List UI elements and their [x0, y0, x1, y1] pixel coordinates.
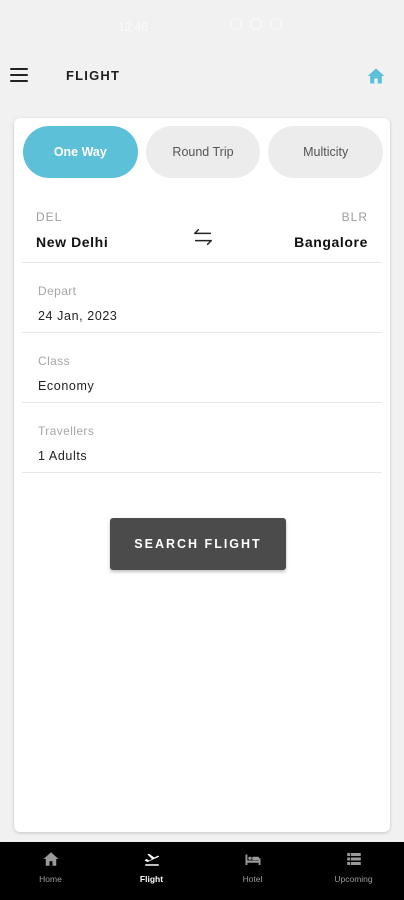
- destination-code: BLR: [341, 210, 368, 224]
- status-dot-icon: [230, 18, 242, 30]
- swap-arrows-icon[interactable]: [192, 226, 214, 248]
- class-label: Class: [38, 354, 71, 368]
- route-selector: DEL New Delhi BLR Bangalore: [36, 210, 368, 262]
- divider: [22, 402, 382, 403]
- status-dot-icon: [250, 18, 262, 30]
- divider: [22, 262, 382, 263]
- flight-takeoff-icon: [144, 853, 159, 866]
- nav-label-upcoming: Upcoming: [334, 874, 373, 884]
- origin-selector[interactable]: DEL New Delhi: [36, 210, 108, 250]
- list-icon: [346, 853, 361, 865]
- depart-field[interactable]: Depart 24 Jan, 2023: [38, 284, 368, 323]
- nav-item-home[interactable]: Home: [0, 842, 101, 900]
- nav-item-upcoming[interactable]: Upcoming: [303, 842, 404, 900]
- status-icons: [230, 18, 282, 30]
- nav-label-hotel: Hotel: [242, 874, 263, 884]
- search-card: One Way Round Trip Multicity DEL New Del…: [14, 118, 390, 832]
- class-field[interactable]: Class Economy: [38, 354, 368, 393]
- depart-value: 24 Jan, 2023: [38, 309, 118, 323]
- app-bar: FLIGHT: [0, 56, 404, 96]
- travellers-value: 1 Adults: [38, 449, 88, 463]
- status-time: 12:46: [118, 20, 149, 34]
- home-icon[interactable]: [366, 66, 386, 86]
- home-icon: [43, 852, 58, 866]
- origin-city: New Delhi: [36, 234, 109, 250]
- bed-icon: [245, 854, 260, 865]
- status-dot-icon: [270, 18, 282, 30]
- destination-city: Bangalore: [294, 234, 368, 250]
- tab-round-trip[interactable]: Round Trip: [145, 126, 261, 178]
- origin-code: DEL: [36, 210, 63, 224]
- hamburger-menu-icon[interactable]: [10, 68, 28, 82]
- bottom-nav: Home Flight Hotel Upcoming: [0, 842, 404, 900]
- nav-label-flight: Flight: [139, 874, 164, 884]
- tab-multicity[interactable]: Multicity: [268, 126, 384, 178]
- trip-type-tabs: One Way Round Trip Multicity: [23, 126, 384, 178]
- page-title: FLIGHT: [66, 68, 121, 83]
- nav-item-hotel[interactable]: Hotel: [202, 842, 303, 900]
- travellers-field[interactable]: Travellers 1 Adults: [38, 424, 368, 463]
- nav-item-flight[interactable]: Flight: [101, 842, 202, 900]
- tab-one-way[interactable]: One Way: [23, 126, 138, 178]
- class-value: Economy: [38, 379, 95, 393]
- divider: [22, 332, 382, 333]
- travellers-label: Travellers: [38, 424, 95, 438]
- nav-label-home: Home: [39, 874, 62, 884]
- status-bar: 12:46: [0, 0, 404, 56]
- destination-selector[interactable]: BLR Bangalore: [294, 210, 368, 250]
- divider: [22, 472, 382, 473]
- search-flight-button[interactable]: SEARCH FLIGHT: [110, 518, 286, 570]
- depart-label: Depart: [38, 284, 77, 298]
